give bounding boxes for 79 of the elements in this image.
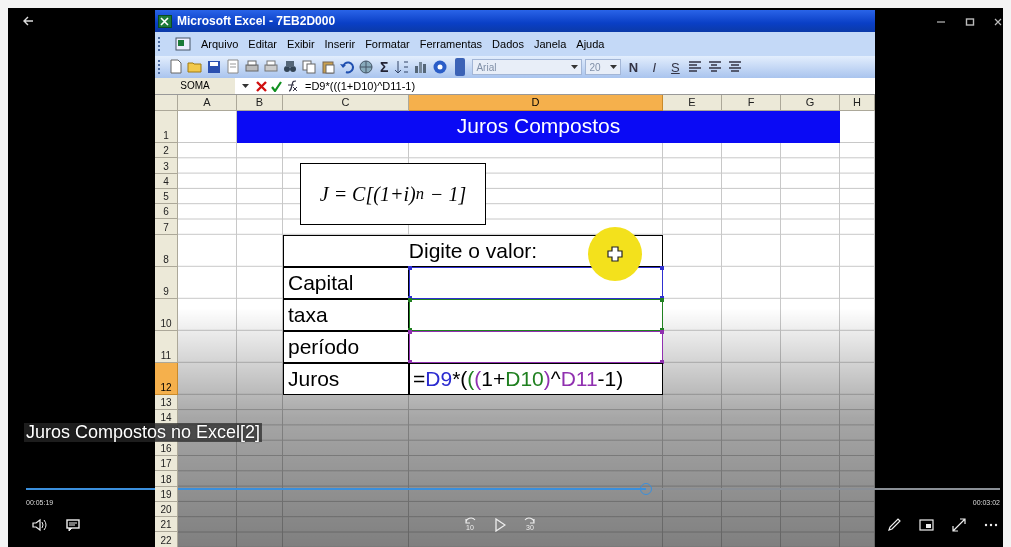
more-icon[interactable] [984, 523, 998, 527]
menu-item[interactable]: Exibir [287, 38, 315, 50]
italic-button[interactable]: I [645, 59, 664, 75]
function-icon[interactable] [286, 80, 298, 92]
menu-item[interactable]: Ferramentas [419, 38, 483, 50]
mini-view-icon[interactable] [919, 519, 934, 531]
row-header[interactable]: 1 [155, 111, 178, 143]
row-header[interactable]: 21 [155, 517, 178, 533]
cancel-icon[interactable] [256, 80, 267, 92]
sum-button[interactable]: Σ [377, 59, 392, 75]
pen-icon[interactable] [887, 518, 901, 532]
printer-icon[interactable] [244, 59, 260, 75]
align-left-icon[interactable] [687, 59, 704, 75]
table-cell: período [283, 330, 409, 363]
name-box[interactable]: SOMA [155, 78, 235, 94]
row-header[interactable]: 9 [155, 266, 178, 299]
row-header[interactable]: 10 [155, 298, 178, 331]
align-center-icon[interactable] [706, 59, 723, 75]
formula-field[interactable]: =D9*(((1+D10)^D11-1) [302, 80, 875, 92]
forward-icon [523, 517, 537, 524]
column-header[interactable]: F [722, 95, 781, 111]
table-cell: taxa [283, 298, 409, 331]
document-icon[interactable] [175, 37, 191, 51]
bold-button[interactable]: N [624, 59, 643, 75]
row-header[interactable]: 12 [155, 362, 178, 395]
column-header[interactable]: C [283, 95, 409, 111]
menu-item[interactable]: Inserir [324, 38, 356, 50]
column-header[interactable]: E [663, 95, 722, 111]
row-header[interactable]: 7 [155, 219, 178, 235]
undo-icon[interactable] [339, 59, 355, 75]
column-header[interactable]: A [178, 95, 237, 111]
subtitles-icon[interactable] [66, 518, 80, 532]
column-header[interactable]: D [409, 95, 663, 111]
window-title: Microsoft Excel - 7EB2D000 [177, 14, 336, 28]
menu-item[interactable]: Dados [492, 38, 524, 50]
checkmark-icon[interactable] [271, 80, 282, 92]
sort-icon[interactable] [394, 59, 411, 75]
sheet-title: Juros Compostos [237, 111, 840, 143]
spreadsheet-icon [158, 14, 172, 28]
menu-item[interactable]: Ajuda [576, 38, 605, 50]
input-cell[interactable] [409, 330, 663, 363]
dropdown-icon[interactable] [242, 84, 249, 88]
new-document-icon[interactable] [168, 59, 184, 75]
column-header[interactable]: H [840, 95, 875, 111]
rewind-icon [463, 517, 477, 524]
video-title: Juros Compostos no Excel[2] [24, 423, 263, 442]
back-icon[interactable] [22, 16, 34, 26]
maximize-icon[interactable] [965, 17, 975, 27]
underline-button[interactable]: S [666, 59, 685, 75]
row-header[interactable]: 11 [155, 330, 178, 363]
row-header[interactable]: 3 [155, 158, 178, 174]
menu-item[interactable]: Arquivo [201, 38, 239, 50]
printer-icon[interactable] [263, 59, 279, 75]
input-cell[interactable] [409, 298, 663, 331]
fullscreen-icon[interactable] [952, 518, 966, 532]
column-header[interactable]: B [237, 95, 283, 111]
binoculars-icon[interactable] [282, 59, 298, 75]
dropdown-icon[interactable] [610, 65, 618, 69]
menu-item[interactable]: Formatar [365, 38, 410, 50]
globe-icon[interactable] [358, 59, 374, 75]
menu-item[interactable]: Editar [248, 38, 278, 50]
row-header[interactable]: 6 [155, 204, 178, 220]
toolbar-handle[interactable] [455, 58, 466, 76]
dropdown-icon[interactable] [571, 65, 579, 69]
column-header[interactable]: G [781, 95, 840, 111]
table-cell: Juros [283, 362, 409, 395]
row-header[interactable]: 8 [155, 234, 178, 267]
volume-icon[interactable] [32, 518, 48, 532]
row-header[interactable]: 18 [155, 471, 178, 487]
clipboard-icon[interactable] [320, 59, 336, 75]
play-icon[interactable] [494, 518, 506, 532]
row-header[interactable]: 2 [155, 143, 178, 159]
close-icon[interactable] [993, 17, 1003, 27]
row-header[interactable]: 22 [155, 532, 178, 547]
menu-item[interactable]: Janela [533, 38, 567, 50]
table-cell: Capital [283, 266, 409, 299]
formula-cell[interactable]: =D9*(((1+D10)^D11-1) [409, 362, 663, 395]
cursor-highlight-icon [588, 227, 642, 281]
save-icon[interactable] [206, 59, 222, 75]
